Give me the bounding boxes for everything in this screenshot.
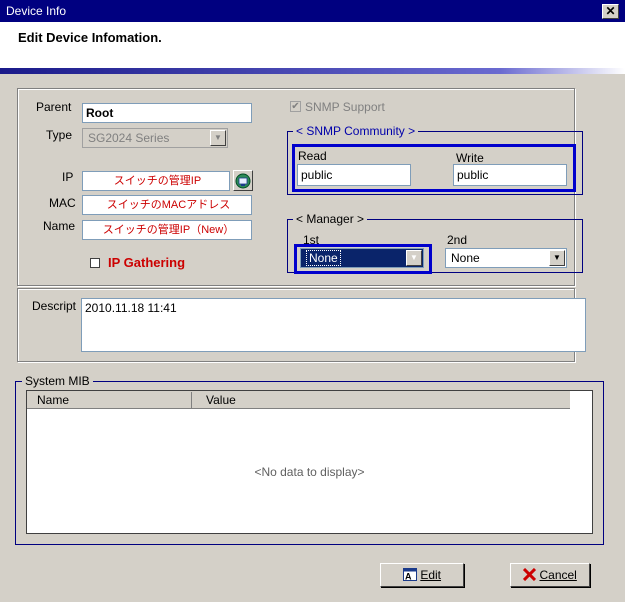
- header-gradient-bar: [0, 68, 625, 74]
- manager-legend: < Manager >: [293, 212, 368, 226]
- system-mib-table[interactable]: [26, 390, 593, 534]
- read-community-field[interactable]: public: [297, 164, 411, 186]
- column-divider: [191, 392, 192, 408]
- write-label: Write: [456, 151, 484, 165]
- mac-label: MAC: [49, 196, 76, 210]
- snmp-support-label: SNMP Support: [305, 100, 385, 114]
- cancel-button[interactable]: Cancel: [510, 563, 590, 587]
- parent-field[interactable]: Root: [82, 103, 252, 123]
- empty-table-message: <No data to display>: [254, 465, 365, 479]
- svg-text:A: A: [405, 572, 412, 582]
- type-select[interactable]: SG2024 Series ▼: [82, 128, 228, 148]
- ip-gathering-checkbox[interactable]: [90, 258, 100, 268]
- edit-icon: A: [402, 568, 417, 582]
- manager-second-value: None: [451, 251, 480, 265]
- window-title-bar: Device Info: [0, 0, 625, 22]
- edit-button-label: Edit: [420, 568, 442, 582]
- read-label: Read: [298, 149, 327, 163]
- manager-first-value: None: [306, 250, 341, 266]
- parent-label: Parent: [36, 100, 72, 114]
- ip-field[interactable]: スイッチの管理IP: [82, 171, 230, 191]
- table-header: [27, 391, 570, 409]
- close-button[interactable]: ✕: [602, 4, 619, 19]
- type-value: SG2024 Series: [88, 131, 170, 145]
- descript-textarea[interactable]: 2010.11.18 11:41: [81, 298, 586, 352]
- network-globe-icon: [235, 173, 251, 189]
- cancel-button-label: Cancel: [539, 568, 577, 582]
- system-mib-legend: System MIB: [22, 374, 93, 388]
- snmp-community-legend: < SNMP Community >: [293, 124, 419, 138]
- ip-gathering-label: IP Gathering: [108, 255, 186, 270]
- manager-second-select[interactable]: None ▼: [445, 248, 567, 268]
- write-community-field[interactable]: public: [453, 164, 567, 186]
- chevron-down-icon: ▼: [210, 130, 226, 146]
- check-icon: ✔: [291, 101, 300, 112]
- ip-lookup-button[interactable]: [233, 170, 253, 191]
- manager-second-label: 2nd: [447, 233, 468, 247]
- descript-label: Descript: [32, 299, 77, 313]
- manager-first-select[interactable]: None ▼: [300, 248, 424, 268]
- column-header-value[interactable]: Value: [206, 393, 236, 407]
- edit-button[interactable]: A Edit: [380, 563, 464, 587]
- type-label: Type: [46, 128, 73, 142]
- dialog-title: Edit Device Infomation.: [18, 30, 162, 45]
- cancel-x-icon: [523, 567, 537, 582]
- window-title: Device Info: [6, 4, 67, 18]
- name-field[interactable]: スイッチの管理IP（New）: [82, 220, 252, 240]
- ip-label: IP: [62, 170, 74, 184]
- close-icon: ✕: [605, 4, 616, 18]
- mac-field[interactable]: スイッチのMACアドレス: [82, 195, 252, 215]
- chevron-down-icon: ▼: [549, 250, 565, 266]
- chevron-down-icon: ▼: [406, 250, 422, 266]
- name-label: Name: [43, 219, 76, 233]
- snmp-support-checkbox[interactable]: ✔: [290, 101, 301, 112]
- column-header-name[interactable]: Name: [37, 393, 69, 407]
